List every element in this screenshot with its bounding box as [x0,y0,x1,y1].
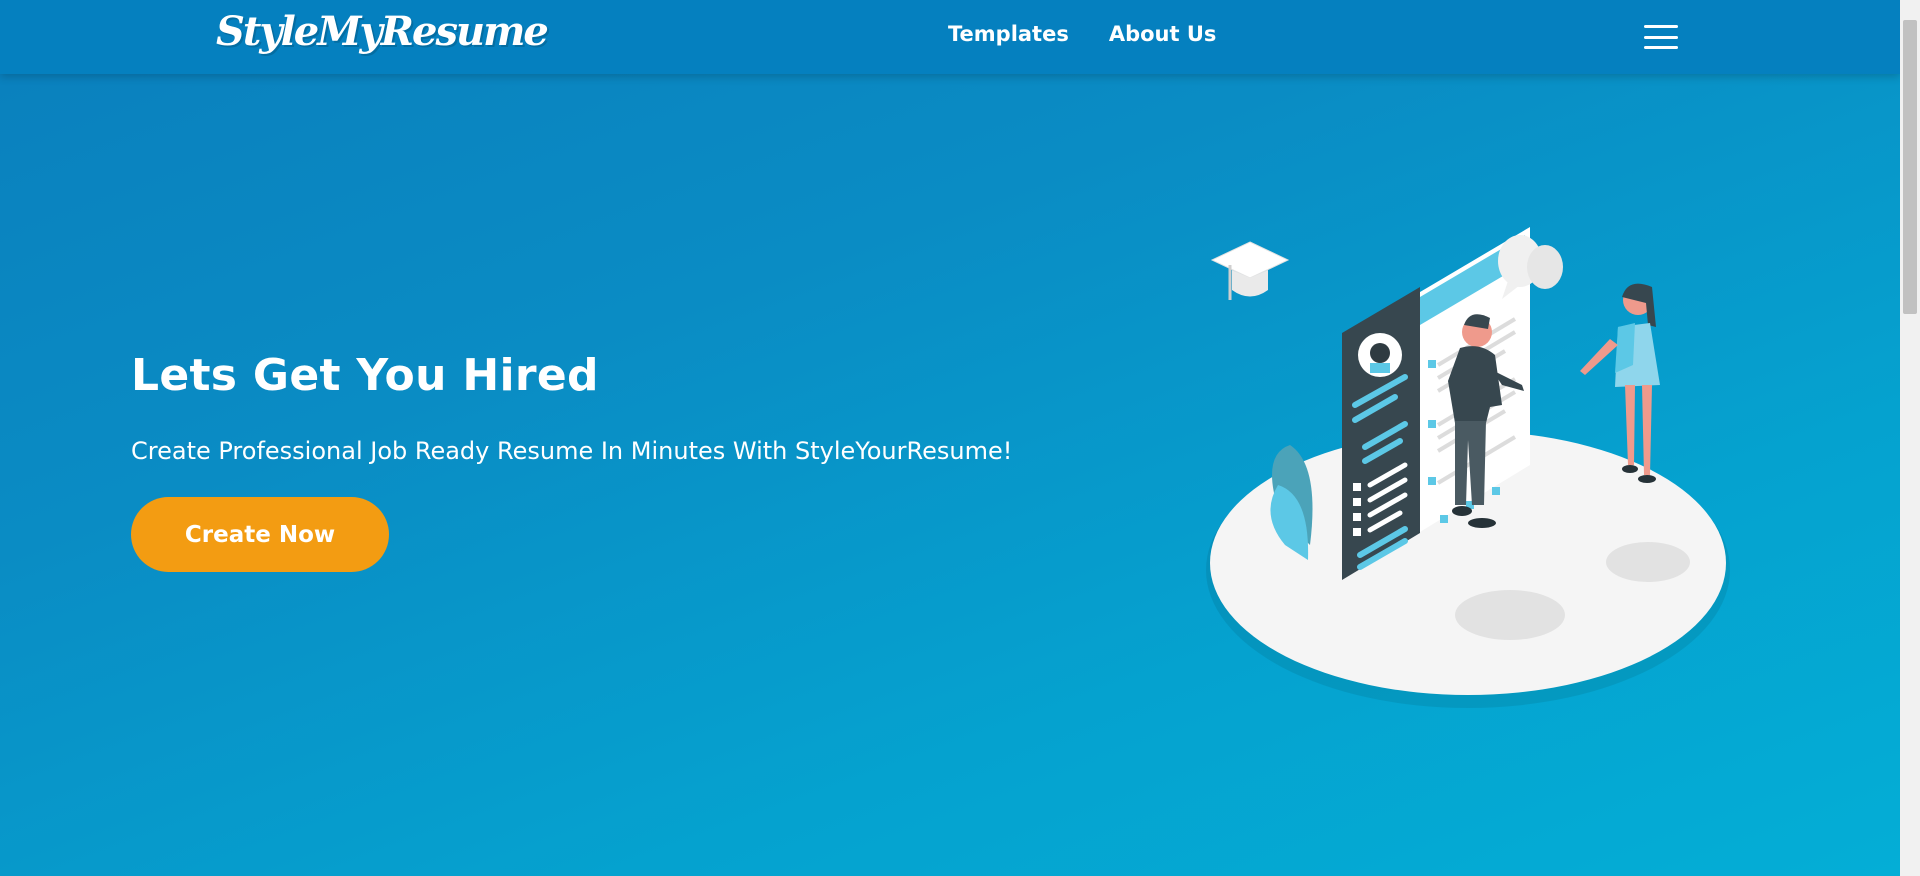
vertical-scrollbar[interactable] [1900,0,1920,876]
hamburger-line [1644,25,1678,28]
navbar: StyleMyResume Templates About Us [0,0,1900,74]
create-now-button[interactable]: Create Now [131,497,389,572]
nav-link-templates[interactable]: Templates [948,22,1069,46]
hero-title: Lets Get You Hired [131,350,599,401]
nav-link-about-us[interactable]: About Us [1109,22,1217,46]
scrollbar-thumb[interactable] [1903,20,1917,314]
hamburger-line [1644,35,1678,39]
site-logo[interactable]: StyleMyResume [216,8,549,55]
speech-bubbles-icon [1498,235,1563,299]
hero-subtitle: Create Professional Job Ready Resume In … [131,437,1013,465]
resume-sidebar [1342,287,1420,580]
graduation-cap-icon [1210,241,1290,300]
hamburger-menu-icon[interactable] [1644,25,1678,49]
nav-links: Templates About Us [948,22,1216,46]
hamburger-line [1644,46,1678,49]
resume-handshake-illustration [1206,227,1730,708]
